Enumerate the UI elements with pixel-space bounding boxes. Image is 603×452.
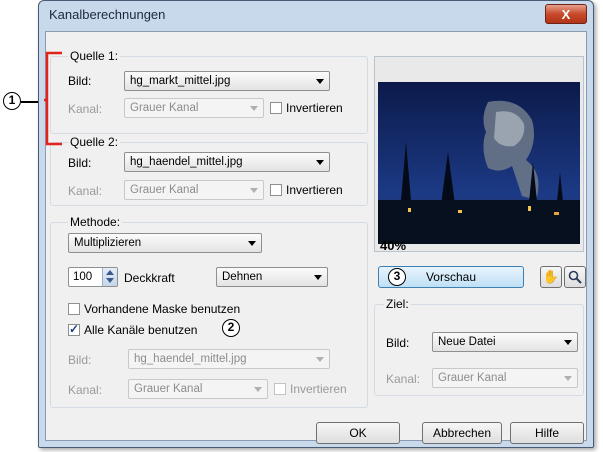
- methode-bild-label: Bild:: [68, 353, 92, 367]
- methode-invert-checkbox[interactable]: [274, 383, 286, 395]
- callout-1-bracket: [44, 51, 62, 146]
- chevron-down-icon: [316, 357, 324, 362]
- chevron-down-icon: [316, 160, 324, 165]
- callout-2: 2: [222, 319, 240, 337]
- quelle2-kanal-select[interactable]: Grauer Kanal: [124, 180, 264, 200]
- callout-3: 3: [388, 268, 406, 286]
- chevron-down-icon: [250, 188, 258, 193]
- quelle2-kanal-label: Kanal:: [68, 184, 103, 198]
- ziel-kanal-value: Grauer Kanal: [438, 372, 507, 384]
- hand-tool-button[interactable]: ✋: [540, 266, 562, 288]
- preview-button-label: Vorschau: [425, 270, 477, 284]
- mask-label[interactable]: Vorhandene Maske benutzen: [84, 302, 240, 316]
- ziel-bild-label: Bild:: [386, 336, 410, 350]
- chevron-down-icon: [564, 340, 572, 345]
- opacity-stepper-icon[interactable]: [102, 268, 117, 286]
- methode-kanal-value: Grauer Kanal: [134, 383, 203, 395]
- magnifier-icon: [568, 270, 582, 284]
- cancel-button[interactable]: Abbrechen: [422, 422, 502, 444]
- methode-legend: Methode:: [68, 215, 123, 229]
- quelle1-bild-select[interactable]: hg_markt_mittel.jpg: [124, 71, 330, 91]
- quelle2-bild-select[interactable]: hg_haendel_mittel.jpg: [124, 152, 330, 172]
- quelle2-invert-label[interactable]: Invertieren: [286, 183, 343, 197]
- quelle2-invert-checkbox[interactable]: [270, 184, 282, 196]
- all-channels-checkbox[interactable]: [68, 322, 80, 336]
- mask-checkbox[interactable]: [68, 303, 80, 315]
- chevron-down-icon: [248, 241, 256, 246]
- quelle1-invert-label[interactable]: Invertieren: [286, 101, 343, 115]
- zoom-tool-button[interactable]: [564, 266, 586, 288]
- methode-bild-select[interactable]: hg_haendel_mittel.jpg: [128, 349, 330, 369]
- methode-value: Multiplizieren: [74, 237, 142, 249]
- hand-icon: ✋: [542, 269, 560, 284]
- blend-mode-select[interactable]: Dehnen: [216, 267, 328, 287]
- ok-button-label: OK: [349, 426, 367, 440]
- ziel-kanal-select[interactable]: Grauer Kanal: [432, 368, 578, 388]
- ziel-bild-select[interactable]: Neue Datei: [432, 332, 578, 352]
- preview-image: [378, 82, 580, 244]
- quelle1-kanal-value: Grauer Kanal: [130, 102, 199, 114]
- quelle1-bild-value: hg_markt_mittel.jpg: [130, 75, 231, 87]
- zoom-level: 40%: [380, 238, 407, 253]
- quelle1-invert-checkbox[interactable]: [270, 102, 282, 114]
- dialog-client: Quelle 1: Bild: hg_markt_mittel.jpg Kana…: [45, 31, 587, 444]
- dialog-window: Kanalberechnungen X Quelle 1: Bild: hg_m…: [38, 0, 594, 448]
- ziel-bild-value: Neue Datei: [438, 336, 496, 348]
- chevron-down-icon: [314, 275, 322, 280]
- ziel-kanal-label: Kanal:: [386, 372, 421, 386]
- cancel-button-label: Abbrechen: [432, 426, 492, 440]
- all-channels-label[interactable]: Alle Kanäle benutzen: [84, 323, 197, 337]
- ok-button[interactable]: OK: [316, 422, 400, 444]
- methode-kanal-label: Kanal:: [68, 383, 103, 397]
- chevron-down-icon: [254, 387, 262, 392]
- close-button[interactable]: X: [545, 4, 587, 24]
- help-button-label: Hilfe: [534, 426, 559, 440]
- blend-mode-value: Dehnen: [222, 271, 263, 283]
- help-button[interactable]: Hilfe: [510, 422, 584, 444]
- methode-kanal-select[interactable]: Grauer Kanal: [128, 379, 268, 399]
- quelle1-kanal-select[interactable]: Grauer Kanal: [124, 98, 264, 118]
- opacity-label: Deckkraft: [124, 271, 175, 285]
- ziel-legend: Ziel:: [384, 297, 411, 311]
- quelle2-bild-value: hg_haendel_mittel.jpg: [130, 156, 243, 168]
- quelle2-kanal-value: Grauer Kanal: [130, 184, 199, 196]
- chevron-down-icon: [250, 106, 258, 111]
- methode-bild-value: hg_haendel_mittel.jpg: [134, 353, 247, 365]
- opacity-value: 100: [73, 271, 93, 283]
- methode-invert-label[interactable]: Invertieren: [290, 382, 347, 396]
- methode-select[interactable]: Multiplizieren: [68, 233, 262, 253]
- chevron-down-icon: [316, 79, 324, 84]
- chevron-down-icon: [564, 376, 572, 381]
